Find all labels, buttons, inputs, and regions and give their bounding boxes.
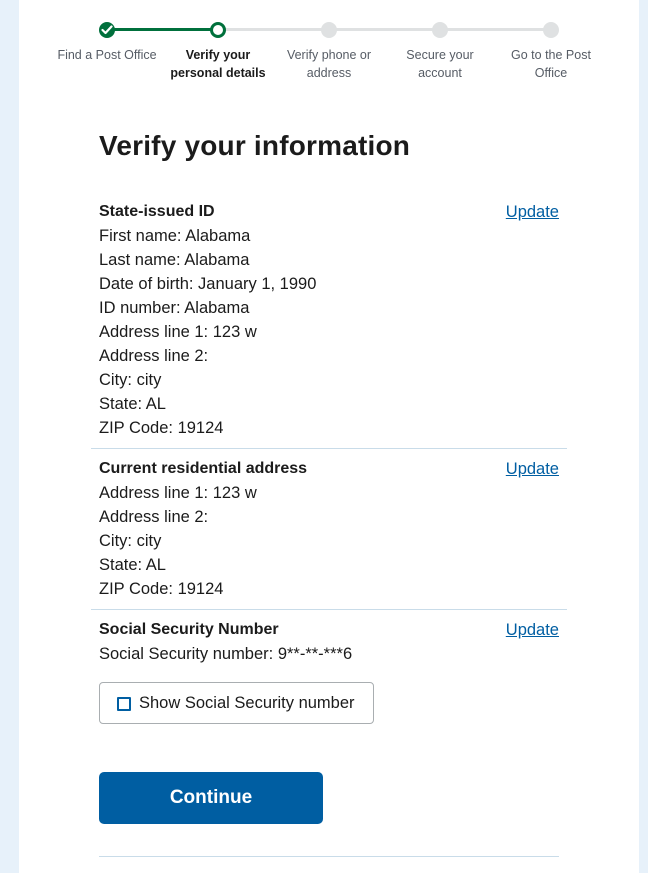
step-connector-2	[218, 28, 329, 31]
step-4-label: Secure your account	[384, 46, 496, 82]
residential-address-zip-code: ZIP Code: 19124	[99, 580, 224, 598]
step-connector-1	[107, 28, 218, 31]
residential-address-line-1: Address line 1: 123 w	[99, 484, 257, 502]
show-ssn-checkbox-label[interactable]: Show Social Security number	[139, 692, 355, 714]
step-connector-3	[329, 28, 440, 31]
step-5-label: Go to the Post Office	[495, 46, 607, 82]
show-ssn-checkbox[interactable]	[117, 697, 131, 711]
step-3-label: Verify phone or address	[273, 46, 385, 82]
section-divider-2	[91, 609, 567, 610]
step-3-label-line-1: Verify phone or	[286, 48, 372, 62]
step-2-label-line-2: personal details	[170, 66, 266, 80]
show-ssn-checkbox-tile[interactable]: Show Social Security number	[99, 682, 374, 724]
step-5-label-line-1: Go to the Post	[511, 48, 591, 62]
ssn-update-link[interactable]: Update	[506, 618, 559, 642]
residential-address-line-2: Address line 2:	[99, 508, 209, 526]
ssn-section: Social Security Number Update Social Sec…	[99, 618, 559, 666]
state-id-state: State: AL	[99, 395, 166, 413]
main-card: Find a Post Office Verify your personal …	[19, 0, 639, 873]
step-2-label: Verify your personal details	[162, 46, 274, 82]
step-4-pending-icon	[432, 22, 448, 38]
bottom-divider	[99, 856, 559, 857]
step-2-current-icon	[210, 22, 226, 38]
section-divider-1	[91, 448, 567, 449]
step-1-label-text: Find a Post Office	[57, 48, 157, 62]
step-1-complete-icon	[99, 22, 115, 38]
step-connector-4	[440, 28, 551, 31]
residential-address-update-link[interactable]: Update	[506, 457, 559, 481]
residential-address-city: City: city	[99, 532, 162, 550]
state-id-city: City: city	[99, 371, 162, 389]
step-3-pending-icon	[321, 22, 337, 38]
step-indicator: Find a Post Office Verify your personal …	[19, 0, 639, 90]
page-title: Verify your information	[99, 130, 411, 161]
residential-address-heading: Current residential address	[99, 460, 308, 477]
residential-address-section: Current residential address Update Addre…	[99, 457, 559, 601]
state-id-last-name: Last name: Alabama	[99, 251, 250, 269]
step-4-label-line-1: Secure your	[406, 48, 474, 62]
state-id-update-link[interactable]: Update	[506, 200, 559, 224]
state-id-address-line-1: Address line 1: 123 w	[99, 323, 257, 341]
step-1-label: Find a Post Office	[51, 46, 163, 64]
step-2-label-line-1: Verify your	[185, 48, 251, 62]
step-5-label-line-2: Office	[534, 66, 568, 80]
state-id-first-name: First name: Alabama	[99, 227, 251, 245]
residential-address-state: State: AL	[99, 556, 166, 574]
state-id-zip-code: ZIP Code: 19124	[99, 419, 224, 437]
ssn-heading: Social Security Number	[99, 621, 279, 638]
state-id-date-of-birth: Date of birth: January 1, 1990	[99, 275, 317, 293]
state-id-id-number: ID number: Alabama	[99, 299, 250, 317]
step-3-label-line-2: address	[306, 66, 352, 80]
state-id-address-line-2: Address line 2:	[99, 347, 209, 365]
continue-button[interactable]: Continue	[99, 772, 323, 824]
step-4-label-line-2: account	[418, 66, 462, 80]
ssn-value: Social Security number: 9**-**-***6	[99, 645, 353, 663]
state-id-section: State-issued ID Update First name: Alaba…	[99, 200, 559, 440]
step-5-pending-icon	[543, 22, 559, 38]
state-id-heading: State-issued ID	[99, 203, 215, 220]
